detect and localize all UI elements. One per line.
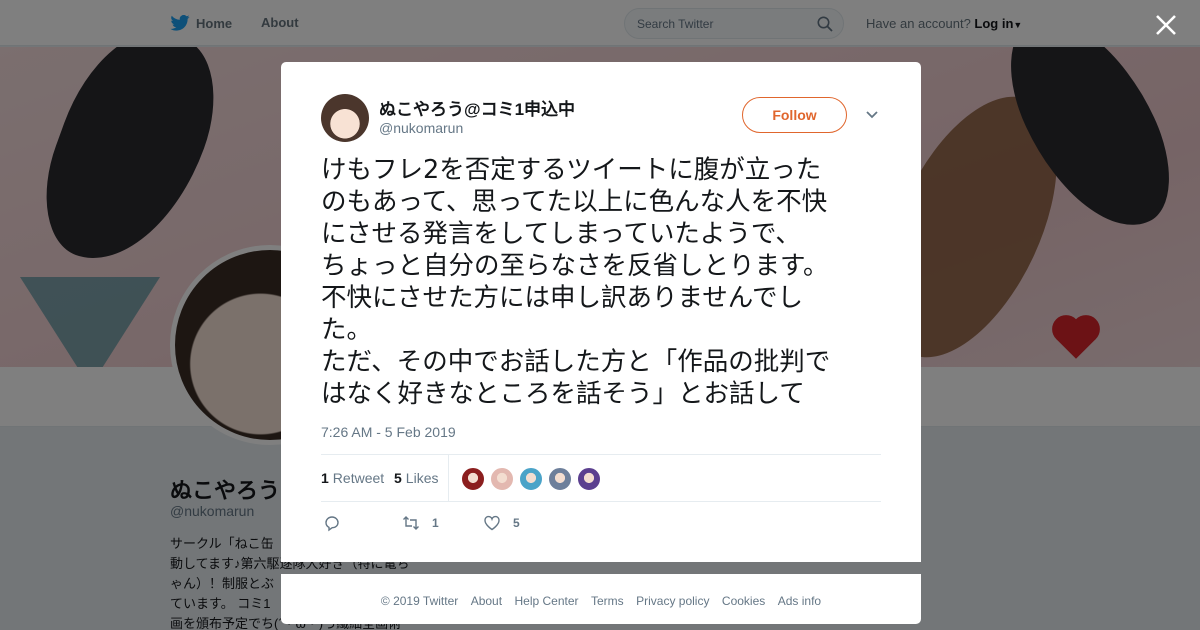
chevron-down-icon[interactable]	[864, 107, 880, 123]
retweet-action-count: 1	[432, 516, 439, 530]
retweet-stat-label: Retweet	[332, 470, 385, 486]
retweet-icon	[403, 516, 419, 530]
footer-link-help-center[interactable]: Help Center	[515, 594, 579, 608]
reply-button[interactable]	[323, 514, 353, 532]
likes-count: 5	[394, 470, 402, 486]
like-action-count: 5	[513, 516, 520, 530]
retweet-stat[interactable]: 1 Retweet	[321, 470, 384, 486]
likes-stat-label: Likes	[405, 470, 439, 486]
liker-avatar[interactable]	[548, 467, 572, 491]
liker-avatar[interactable]	[461, 467, 485, 491]
retweet-button[interactable]: 1	[402, 514, 439, 532]
tweet-text-line: 不快にさせた方には申し訳ありませんでし	[321, 283, 803, 313]
divider	[448, 455, 449, 502]
like-button[interactable]: 5	[483, 514, 520, 532]
modal-footer: © 2019 Twitter About Help Center Terms P…	[281, 574, 921, 624]
likes-stat[interactable]: 5 Likes	[394, 470, 438, 486]
footer-link-cookies[interactable]: Cookies	[722, 594, 765, 608]
tweet-text-line: けもフレ2を否定するツイートに腹が立った	[321, 155, 822, 185]
author-handle[interactable]: @nukomarun	[379, 120, 463, 136]
follow-button[interactable]: Follow	[742, 97, 847, 133]
liker-avatars	[461, 467, 601, 491]
liker-avatar[interactable]	[490, 467, 514, 491]
tweet-stats: 1 Retweet 5 Likes	[321, 454, 881, 502]
tweet-modal: ぬこやろう@コミ1申込中 @nukomarun Follow けもフレ2を否定す…	[281, 62, 921, 562]
footer-link-terms[interactable]: Terms	[591, 594, 624, 608]
liker-avatar[interactable]	[519, 467, 543, 491]
heart-icon	[484, 515, 500, 531]
tweet-text-line: にさせる発言をしてしまっていたようで、	[321, 219, 801, 249]
footer-link-about[interactable]: About	[471, 594, 502, 608]
tweet-timestamp[interactable]: 7:26 AM - 5 Feb 2019	[321, 424, 456, 440]
tweet-text-line: はなく好きなところを話そう」とお話して	[321, 379, 805, 409]
author-name[interactable]: ぬこやろう@コミ1申込中	[379, 95, 575, 120]
tweet-text-line: のもあって、思ってた以上に色んな人を不快	[321, 187, 828, 217]
retweet-count: 1	[321, 470, 329, 486]
footer-link-privacy[interactable]: Privacy policy	[636, 594, 709, 608]
tweet-text-line: た。	[321, 315, 373, 345]
liker-avatar[interactable]	[577, 467, 601, 491]
tweet-text: けもフレ2を否定するツイートに腹が立った のもあって、思ってた以上に色んな人を不…	[321, 154, 891, 410]
tweet-actions: 1 5	[321, 512, 881, 534]
close-icon[interactable]	[1153, 12, 1179, 38]
footer-copyright: © 2019 Twitter	[380, 594, 459, 608]
author-avatar[interactable]	[321, 94, 369, 142]
tweet-text-line: ちょっと自分の至らなさを反省しとります。	[321, 251, 829, 281]
footer-link-ads-info[interactable]: Ads info	[778, 594, 821, 608]
reply-icon	[325, 516, 339, 532]
tweet-text-line: ただ、その中でお話した方と「作品の批判で	[321, 347, 831, 377]
